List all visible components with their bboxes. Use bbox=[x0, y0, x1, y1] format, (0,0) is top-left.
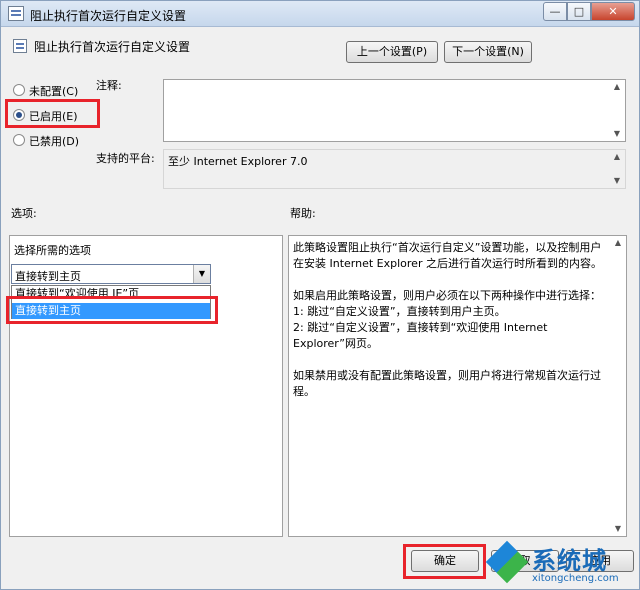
radio-disabled-circle[interactable] bbox=[13, 134, 25, 146]
comment-label: 注释: bbox=[96, 79, 122, 92]
options-label: 选项: bbox=[11, 207, 37, 220]
watermark-url: xitongcheng.com bbox=[532, 573, 619, 584]
setting-icon bbox=[13, 39, 27, 53]
policy-icon bbox=[8, 6, 24, 21]
scroll-up-icon[interactable]: ▲ bbox=[609, 80, 625, 94]
option-combobox[interactable]: 直接转到主页 ▼ bbox=[11, 264, 211, 284]
policy-dialog: 阻止执行首次运行自定义设置 — □ ✕ 阻止执行首次运行自定义设置 上一个设置(… bbox=[0, 0, 640, 590]
title-bar[interactable]: 阻止执行首次运行自定义设置 — □ ✕ bbox=[1, 1, 639, 27]
maximize-button[interactable]: □ bbox=[567, 2, 591, 21]
scroll-down-icon[interactable]: ▼ bbox=[609, 174, 625, 188]
radio-not-configured-circle[interactable] bbox=[13, 84, 25, 96]
next-setting-button[interactable]: 下一个设置(N) bbox=[444, 41, 532, 63]
help-scrollbar[interactable]: ▲ ▼ bbox=[610, 236, 626, 536]
watermark-logo: 系统城 xitongcheng.com bbox=[485, 540, 638, 589]
enabled-highlight-box bbox=[5, 99, 100, 128]
platform-label: 支持的平台: bbox=[96, 152, 155, 165]
window-title: 阻止执行首次运行自定义设置 bbox=[30, 9, 187, 23]
radio-disabled-label: 已禁用(D) bbox=[29, 135, 80, 148]
policy-title: 阻止执行首次运行自定义设置 bbox=[34, 40, 191, 54]
platform-scrollbar[interactable]: ▲ ▼ bbox=[609, 150, 625, 188]
platform-box: 至少 Internet Explorer 7.0 ▲ ▼ bbox=[163, 149, 626, 189]
help-label: 帮助: bbox=[290, 207, 316, 220]
options-prompt: 选择所需的选项 bbox=[14, 244, 91, 257]
option-highlight-box bbox=[6, 296, 218, 324]
minimize-button[interactable]: — bbox=[543, 2, 567, 21]
logo-diamond-icon bbox=[485, 540, 529, 584]
platform-value: 至少 Internet Explorer 7.0 bbox=[168, 155, 308, 168]
prev-setting-button[interactable]: 上一个设置(P) bbox=[346, 41, 438, 63]
comment-textarea[interactable]: ▲ ▼ bbox=[163, 79, 626, 142]
radio-not-configured-label: 未配置(C) bbox=[29, 85, 79, 98]
close-button[interactable]: ✕ bbox=[591, 2, 635, 21]
help-text: 此策略设置阻止执行“首次运行自定义”设置功能，以及控制用户在安装 Interne… bbox=[293, 241, 602, 398]
combo-value: 直接转到主页 bbox=[15, 270, 81, 283]
scroll-up-icon[interactable]: ▲ bbox=[610, 236, 626, 250]
ok-highlight-box bbox=[403, 544, 486, 579]
scroll-down-icon[interactable]: ▼ bbox=[609, 127, 625, 141]
comment-scrollbar[interactable]: ▲ ▼ bbox=[609, 80, 625, 141]
scroll-down-icon[interactable]: ▼ bbox=[610, 522, 626, 536]
watermark-text: 系统城 bbox=[532, 547, 607, 575]
help-panel: 此策略设置阻止执行“首次运行自定义”设置功能，以及控制用户在安装 Interne… bbox=[288, 235, 627, 537]
scroll-up-icon[interactable]: ▲ bbox=[609, 150, 625, 164]
chevron-down-icon[interactable]: ▼ bbox=[193, 265, 210, 283]
